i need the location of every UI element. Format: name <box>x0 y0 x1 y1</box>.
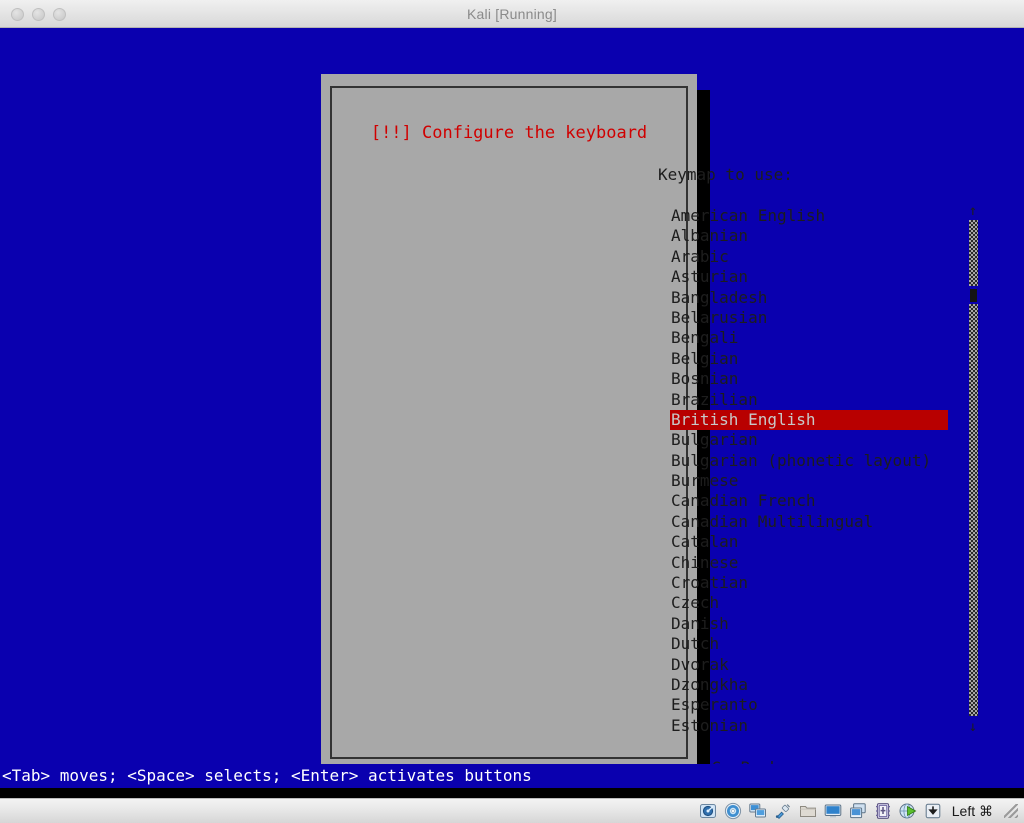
host-key-label: Left ⌘ <box>951 802 993 819</box>
keymap-list-item[interactable]: Esperanto <box>670 695 948 715</box>
optical-disc-icon[interactable] <box>724 802 742 820</box>
keymap-list-item[interactable]: Bulgarian <box>670 430 948 450</box>
keymap-list-item[interactable]: Dvorak <box>670 655 948 675</box>
keymap-list-item[interactable]: Burmese <box>670 471 948 491</box>
keymap-list-item[interactable]: Dzongkha <box>670 675 948 695</box>
dialog-title: [!!] Configure the keyboard <box>370 123 648 143</box>
host-key-indicator-icon[interactable] <box>924 802 942 820</box>
keymap-list-item[interactable]: Albanian <box>670 226 948 246</box>
display-icon[interactable] <box>824 802 842 820</box>
keymap-list-item[interactable]: Bulgarian (phonetic layout) <box>670 451 948 471</box>
keymap-list-item[interactable]: British English <box>670 409 948 431</box>
keymap-list-item[interactable]: Czech <box>670 593 948 613</box>
keymap-list-item[interactable]: Arabic <box>670 247 948 267</box>
keymap-list-item[interactable]: Bosnian <box>670 369 948 389</box>
keymap-list[interactable]: American English Albanian Arabic Asturian Ba… <box>670 206 948 736</box>
keymap-list-item[interactable]: Asturian <box>670 267 948 287</box>
window-resize-grip[interactable] <box>1004 804 1018 818</box>
keymap-list-item[interactable]: Chinese <box>670 553 948 573</box>
keymap-list-item[interactable]: Catalan <box>670 532 948 552</box>
keymap-list-item[interactable]: Belgian <box>670 349 948 369</box>
scroll-down-arrow-icon[interactable]: ↓ <box>966 720 980 734</box>
close-button[interactable] <box>11 7 24 21</box>
keymap-list-item[interactable]: American English <box>670 206 948 226</box>
window-traffic-lights <box>11 0 66 28</box>
zoom-button[interactable] <box>53 7 66 21</box>
scrollbar-thumb[interactable] <box>970 289 977 302</box>
keymap-list-item[interactable]: Canadian French <box>670 491 948 511</box>
keymap-list-item[interactable]: Danish <box>670 614 948 634</box>
window-title-bar: Kali [Running] <box>0 0 1024 28</box>
configure-keyboard-dialog: [!!] Configure the keyboard Keymap to us… <box>321 74 978 777</box>
virtualbox-status-toolbar: Left ⌘ <box>0 798 1024 823</box>
keymap-list-item[interactable]: Bangladesh <box>670 288 948 308</box>
window-title: Kali [Running] <box>467 5 557 22</box>
keyboard-help-status-bar: <Tab> moves; <Space> selects; <Enter> ac… <box>0 764 1024 788</box>
keymap-list-item[interactable]: Estonian <box>670 716 948 736</box>
cpu-icon[interactable] <box>874 802 892 820</box>
video-capture-icon[interactable] <box>849 802 867 820</box>
remote-desktop-icon[interactable] <box>899 802 917 820</box>
vm-window: Kali [Running] [!!] Configure the keyboa… <box>0 0 1024 823</box>
keymap-list-item[interactable]: Canadian Multilingual <box>670 512 948 532</box>
scrollbar-track-lower[interactable] <box>969 304 978 716</box>
hard-disk-icon[interactable] <box>699 802 717 820</box>
keymap-prompt-label: Keymap to use: <box>658 165 793 184</box>
keymap-list-item[interactable]: Croatian <box>670 573 948 593</box>
vm-display: [!!] Configure the keyboard Keymap to us… <box>0 28 1024 794</box>
screen-letterbox-strip <box>0 788 1024 798</box>
keymap-list-item[interactable]: Bengali <box>670 328 948 348</box>
keymap-list-item[interactable]: Brazilian <box>670 390 948 410</box>
network-icon[interactable] <box>749 802 767 820</box>
minimize-button[interactable] <box>32 7 45 21</box>
dialog-border <box>330 86 688 759</box>
keymap-list-scrollbar[interactable]: ↑ ↓ <box>966 204 980 734</box>
shared-folders-icon[interactable] <box>799 802 817 820</box>
scroll-up-arrow-icon[interactable]: ↑ <box>966 204 980 218</box>
scrollbar-track-upper[interactable] <box>969 220 978 286</box>
usb-icon[interactable] <box>774 802 792 820</box>
keymap-list-item[interactable]: Dutch <box>670 634 948 654</box>
keymap-list-item[interactable]: Belarusian <box>670 308 948 328</box>
